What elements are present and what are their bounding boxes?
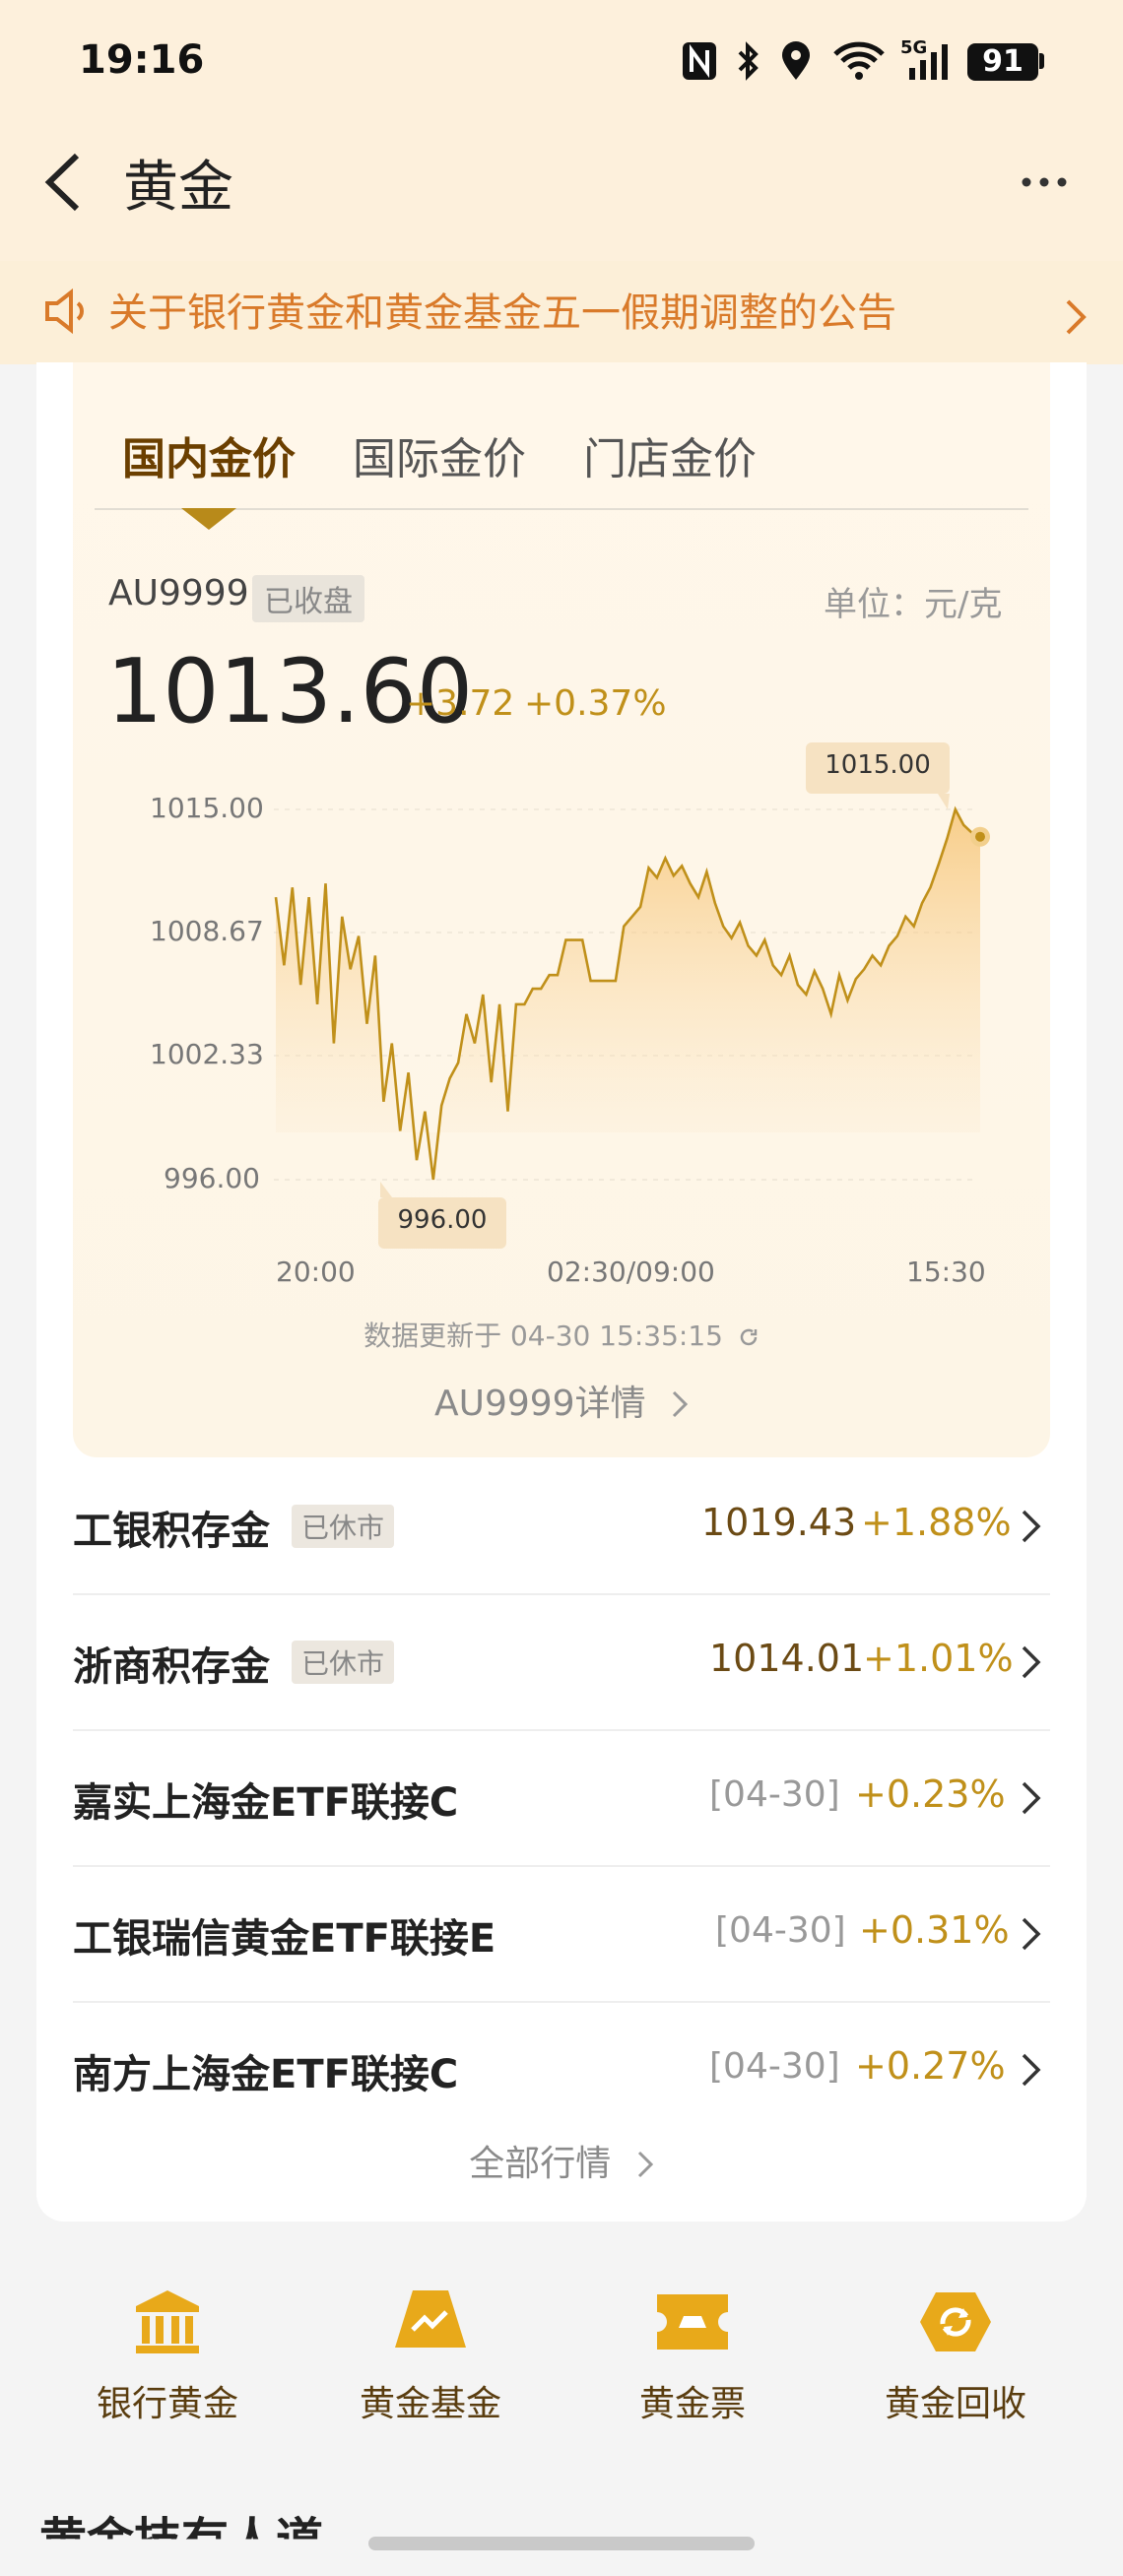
chevron-right-icon [1022,1510,1041,1543]
nav-label: 银行黄金 [96,2384,238,2424]
ticket-icon [657,2294,728,2350]
product-price: 1019.43 [701,1501,857,1544]
product-row[interactable]: 工银积存金 已休市 1019.43 +1.88% [73,1459,1050,1595]
max-label: 1015.00 [825,750,931,780]
price-area [276,809,980,1180]
product-change-percent: +0.31% [859,1908,1010,1952]
product-date: [04-30] [715,1910,846,1951]
all-market-label: 全部行情 [469,2144,612,2184]
min-label: 996.00 [397,1205,488,1235]
latest-point [975,831,985,842]
product-date: [04-30] [709,2046,840,2087]
update-time-text: 数据更新于 04-30 15:35:15 [363,1320,723,1352]
chevron-right-icon [1022,1645,1041,1679]
product-price: 1014.01 [709,1637,865,1680]
refresh-icon[interactable] [738,1326,760,1348]
product-row[interactable]: 南方上海金ETF联接C [04-30] +0.27% [73,2003,1050,2139]
all-market-link[interactable]: 全部行情 [0,2135,1123,2186]
chevron-right-icon [1022,2053,1041,2087]
product-change-percent: +1.88% [861,1501,1012,1544]
product-name: 南方上海金ETF联接C [73,2052,459,2097]
nav-label: 黄金基金 [359,2384,501,2424]
recycle-icon [920,2292,991,2351]
max-label-pointer [938,794,950,809]
chevron-right-icon [637,2151,653,2178]
fund-icon [395,2290,466,2348]
min-label-pointer [380,1182,392,1197]
product-status-badge: 已休市 [292,1641,395,1684]
x-tick-label: 15:30 [906,1256,986,1288]
section-heading: 黄金技有人道 [39,2513,324,2568]
product-name: 工银瑞信黄金ETF联接E [73,1916,496,1962]
product-row[interactable]: 嘉实上海金ETF联接C [04-30] +0.23% [73,1731,1050,1867]
chevron-right-icon [1022,1917,1041,1951]
update-time: 数据更新于 04-30 15:35:15 [0,1315,1123,1354]
nav-bank-gold[interactable]: 银行黄金 [69,2285,266,2426]
product-name: 工银积存金 [73,1509,270,1554]
detail-link-label: AU9999详情 [433,1384,646,1424]
x-tick-label: 20:00 [276,1256,356,1288]
product-change-percent: +0.27% [855,2044,1006,2088]
nav-label: 黄金回收 [884,2384,1026,2424]
nav-label: 黄金票 [638,2384,746,2424]
product-change-percent: +1.01% [863,1637,1014,1680]
nav-gold-recycle[interactable]: 黄金回收 [857,2285,1054,2426]
product-row[interactable]: 工银瑞信黄金ETF联接E [04-30] +0.31% [73,1867,1050,2003]
product-name: 嘉实上海金ETF联接C [73,1780,459,1826]
product-row[interactable]: 浙商积存金 已休市 1014.01 +1.01% [73,1595,1050,1731]
bank-icon [136,2290,199,2353]
price-chart[interactable] [0,0,1123,1280]
nav-gold-ticket[interactable]: 黄金票 [594,2285,791,2426]
product-name: 浙商积存金 [73,1644,270,1690]
home-indicator[interactable] [368,2537,755,2550]
chevron-right-icon [672,1390,689,1418]
x-tick-label: 02:30/09:00 [547,1256,715,1288]
product-date: [04-30] [709,1774,840,1815]
detail-link[interactable]: AU9999详情 [0,1375,1123,1426]
product-status-badge: 已休市 [292,1505,395,1548]
product-change-percent: +0.23% [855,1772,1006,1816]
chevron-right-icon [1022,1781,1041,1815]
nav-gold-fund[interactable]: 黄金基金 [332,2285,529,2426]
